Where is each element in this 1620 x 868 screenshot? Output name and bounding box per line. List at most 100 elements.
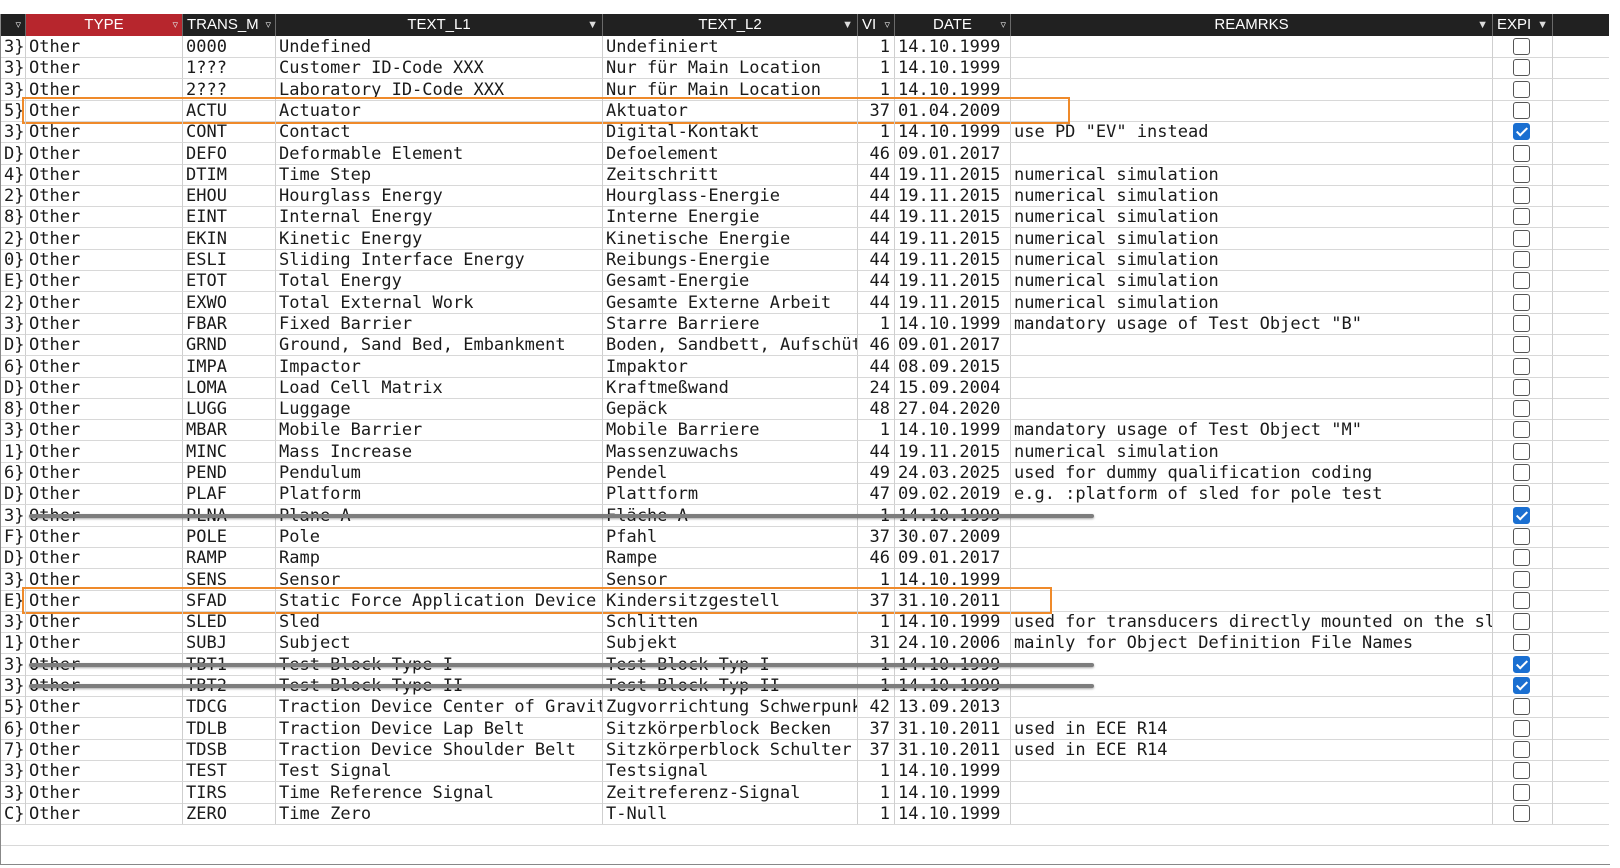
table-row[interactable]: 0} Other ESLI Sliding Interface Energy Reibu… (1, 249, 1610, 271)
cell-text1[interactable]: Static Force Application Device (276, 589, 603, 611)
cell-type[interactable]: Other (26, 312, 183, 334)
cell-text1[interactable]: Subject (276, 632, 603, 654)
expired-checkbox[interactable] (1513, 762, 1530, 780)
table-row[interactable]: 2} Other EKIN Kinetic Energy Kinetische Ener… (1, 227, 1610, 250)
cell-idx[interactable]: 3} (1, 653, 26, 675)
cell-date[interactable]: 19.11.2015 (895, 270, 1011, 292)
table-row[interactable]: 7} Other TDSB Traction Device Shoulder Belt… (1, 738, 1610, 761)
cell-text2[interactable]: Sitzkörperblock Becken (603, 717, 858, 739)
cell-text1[interactable]: Luggage (276, 398, 603, 420)
cell-text2[interactable]: Interne Energie (603, 206, 858, 228)
cell-text2[interactable]: Hourglass-Energie (603, 185, 858, 207)
cell-type[interactable]: Other (26, 589, 183, 611)
cell-date[interactable]: 24.03.2025 (895, 462, 1011, 483)
cell-code[interactable]: PEND (183, 462, 276, 483)
expired-checkbox[interactable] (1513, 123, 1530, 141)
cell-date[interactable]: 30.07.2009 (895, 525, 1011, 547)
cell-text2[interactable]: Nur für Main Location (603, 57, 858, 79)
cell-code[interactable]: TDCG (183, 696, 276, 718)
cell-date[interactable]: 19.11.2015 (895, 227, 1011, 249)
cell-text2[interactable]: Boden, Sandbett, Aufschütt (603, 334, 858, 356)
cell-next[interactable] (1553, 632, 1610, 654)
cell-remarks[interactable] (1011, 376, 1493, 398)
table-row[interactable]: 5} Other ACTU Actuator Aktuator 37 01.04.2009 (1, 96, 1610, 124)
cell-next[interactable] (1553, 675, 1610, 696)
expired-checkbox[interactable] (1513, 527, 1530, 545)
table-row[interactable]: 2} Other EHOU Hourglass Energy Hourglass-Ene… (1, 185, 1610, 208)
cell-text2[interactable]: T-Null (603, 802, 858, 824)
cell-remarks[interactable] (1011, 36, 1493, 57)
table-row[interactable]: F} Other POLE Pole Pfahl 37 30.07.2009 (1, 525, 1610, 548)
cell-text2[interactable]: Mobile Barriere (603, 419, 858, 441)
cell-type[interactable]: Other (26, 99, 183, 121)
cell-idx[interactable]: 6} (1, 355, 26, 377)
cell-remarks[interactable]: mainly for Object Definition File Names (1011, 632, 1493, 654)
expired-checkbox[interactable] (1513, 442, 1530, 460)
cell-type[interactable]: Other (26, 632, 183, 654)
cell-text1[interactable]: Actuator (276, 99, 603, 121)
cell-ver[interactable]: 44 (858, 291, 895, 313)
dropdown-arrow-icon[interactable]: ▼ (1477, 14, 1488, 36)
expired-checkbox[interactable] (1513, 485, 1530, 503)
table-row[interactable]: 1} Other SUBJ Subject Subjekt 31 24.10.2006 mai… (1, 632, 1610, 655)
cell-text1[interactable]: Traction Device Center of Gravity (276, 696, 603, 718)
cell-code[interactable]: EKIN (183, 227, 276, 249)
cell-ver[interactable]: 44 (858, 440, 895, 462)
cell-text1[interactable]: Undefined (276, 36, 603, 57)
cell-type[interactable]: Other (26, 78, 183, 100)
cell-ver[interactable]: 1 (858, 78, 895, 100)
cell-text2[interactable]: Sensor (603, 568, 858, 590)
cell-type[interactable]: Other (26, 419, 183, 441)
cell-text2[interactable]: Gesamte Externe Arbeit (603, 291, 858, 313)
header-date[interactable]: DATE ▿ (895, 14, 1011, 36)
cell-idx[interactable]: E} (1, 270, 26, 292)
cell-idx[interactable]: D} (1, 334, 26, 356)
cell-next[interactable] (1553, 206, 1610, 228)
cell-next[interactable] (1553, 270, 1610, 292)
cell-text2[interactable]: Pfahl (603, 525, 858, 547)
cell-idx[interactable]: 8} (1, 398, 26, 420)
cell-code[interactable]: SFAD (183, 589, 276, 611)
cell-date[interactable]: 19.11.2015 (895, 249, 1011, 270)
cell-date[interactable]: 08.09.2015 (895, 355, 1011, 377)
cell-ver[interactable]: 46 (858, 334, 895, 356)
cell-date[interactable]: 14.10.1999 (895, 781, 1011, 803)
cell-remarks[interactable] (1011, 334, 1493, 356)
cell-remarks[interactable] (1011, 760, 1493, 782)
cell-type[interactable]: Other (26, 334, 183, 356)
expired-checkbox[interactable] (1513, 677, 1530, 694)
cell-next[interactable] (1553, 142, 1610, 164)
header-next[interactable] (1553, 14, 1610, 36)
cell-type[interactable]: Other (26, 781, 183, 803)
cell-code[interactable]: MBAR (183, 419, 276, 441)
cell-type[interactable]: Other (26, 249, 183, 270)
cell-idx[interactable]: 3} (1, 121, 26, 143)
cell-date[interactable]: 19.11.2015 (895, 440, 1011, 462)
cell-idx[interactable]: F} (1, 525, 26, 547)
cell-ver[interactable]: 37 (858, 738, 895, 760)
cell-text1[interactable]: Impactor (276, 355, 603, 377)
cell-code[interactable]: FBAR (183, 312, 276, 334)
cell-type[interactable]: Other (26, 227, 183, 249)
cell-idx[interactable]: 6} (1, 462, 26, 483)
cell-next[interactable] (1553, 398, 1610, 420)
cell-text1[interactable]: Hourglass Energy (276, 185, 603, 207)
cell-code[interactable]: SUBJ (183, 632, 276, 654)
cell-remarks[interactable]: e.g. :platform of sled for pole test (1011, 483, 1493, 505)
cell-idx[interactable]: 3} (1, 419, 26, 441)
cell-code[interactable]: IMPA (183, 355, 276, 377)
cell-idx[interactable]: 3} (1, 781, 26, 803)
table-row[interactable]: 5} Other TDCG Traction Device Center of Gra… (1, 696, 1610, 719)
cell-type[interactable]: Other (26, 462, 183, 483)
cell-next[interactable] (1553, 355, 1610, 377)
cell-date[interactable]: 24.10.2006 (895, 632, 1011, 654)
cell-ver[interactable]: 1 (858, 781, 895, 803)
cell-ver[interactable]: 44 (858, 185, 895, 207)
cell-text2[interactable]: Gesamt-Energie (603, 270, 858, 292)
cell-next[interactable] (1553, 376, 1610, 398)
cell-text1[interactable]: Platform (276, 483, 603, 505)
cell-text2[interactable]: Sitzkörperblock Schulter (603, 738, 858, 760)
cell-date[interactable]: 14.10.1999 (895, 802, 1011, 824)
cell-text1[interactable]: Load Cell Matrix (276, 376, 603, 398)
expired-checkbox[interactable] (1513, 783, 1530, 801)
